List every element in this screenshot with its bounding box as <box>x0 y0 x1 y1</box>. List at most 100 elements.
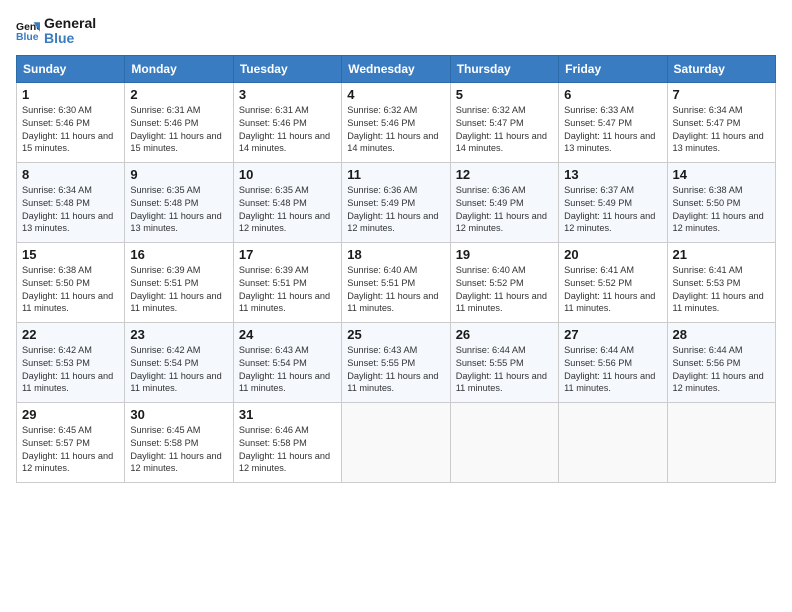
week-row-3: 15 Sunrise: 6:38 AM Sunset: 5:50 PM Dayl… <box>17 242 776 322</box>
day-info: Sunrise: 6:42 AM Sunset: 5:53 PM Dayligh… <box>22 344 119 396</box>
day-number: 14 <box>673 167 770 182</box>
day-number: 12 <box>456 167 553 182</box>
day-cell: 28 Sunrise: 6:44 AM Sunset: 5:56 PM Dayl… <box>667 322 775 402</box>
day-info: Sunrise: 6:31 AM Sunset: 5:46 PM Dayligh… <box>239 104 336 156</box>
day-cell: 21 Sunrise: 6:41 AM Sunset: 5:53 PM Dayl… <box>667 242 775 322</box>
page-header: General Blue General Blue <box>16 16 776 47</box>
day-number: 11 <box>347 167 444 182</box>
day-number: 21 <box>673 247 770 262</box>
day-cell: 31 Sunrise: 6:46 AM Sunset: 5:58 PM Dayl… <box>233 402 341 482</box>
logo-icon: General Blue <box>16 19 40 43</box>
day-cell: 11 Sunrise: 6:36 AM Sunset: 5:49 PM Dayl… <box>342 162 450 242</box>
day-number: 17 <box>239 247 336 262</box>
day-number: 18 <box>347 247 444 262</box>
day-number: 29 <box>22 407 119 422</box>
column-header-saturday: Saturday <box>667 55 775 82</box>
day-number: 16 <box>130 247 227 262</box>
day-number: 19 <box>456 247 553 262</box>
day-info: Sunrise: 6:32 AM Sunset: 5:46 PM Dayligh… <box>347 104 444 156</box>
day-number: 3 <box>239 87 336 102</box>
day-info: Sunrise: 6:44 AM Sunset: 5:56 PM Dayligh… <box>564 344 661 396</box>
day-number: 13 <box>564 167 661 182</box>
day-info: Sunrise: 6:34 AM Sunset: 5:48 PM Dayligh… <box>22 184 119 236</box>
column-header-thursday: Thursday <box>450 55 558 82</box>
day-info: Sunrise: 6:37 AM Sunset: 5:49 PM Dayligh… <box>564 184 661 236</box>
header-row: SundayMondayTuesdayWednesdayThursdayFrid… <box>17 55 776 82</box>
day-info: Sunrise: 6:35 AM Sunset: 5:48 PM Dayligh… <box>130 184 227 236</box>
day-info: Sunrise: 6:43 AM Sunset: 5:55 PM Dayligh… <box>347 344 444 396</box>
day-cell: 3 Sunrise: 6:31 AM Sunset: 5:46 PM Dayli… <box>233 82 341 162</box>
day-number: 28 <box>673 327 770 342</box>
svg-text:Blue: Blue <box>16 32 39 43</box>
calendar-table: SundayMondayTuesdayWednesdayThursdayFrid… <box>16 55 776 483</box>
day-number: 5 <box>456 87 553 102</box>
day-info: Sunrise: 6:40 AM Sunset: 5:51 PM Dayligh… <box>347 264 444 316</box>
day-cell: 8 Sunrise: 6:34 AM Sunset: 5:48 PM Dayli… <box>17 162 125 242</box>
day-number: 15 <box>22 247 119 262</box>
logo-blue: Blue <box>44 31 96 46</box>
day-number: 7 <box>673 87 770 102</box>
day-number: 9 <box>130 167 227 182</box>
day-cell: 20 Sunrise: 6:41 AM Sunset: 5:52 PM Dayl… <box>559 242 667 322</box>
day-cell: 4 Sunrise: 6:32 AM Sunset: 5:46 PM Dayli… <box>342 82 450 162</box>
day-cell: 7 Sunrise: 6:34 AM Sunset: 5:47 PM Dayli… <box>667 82 775 162</box>
day-number: 23 <box>130 327 227 342</box>
day-number: 24 <box>239 327 336 342</box>
day-info: Sunrise: 6:38 AM Sunset: 5:50 PM Dayligh… <box>22 264 119 316</box>
day-cell <box>667 402 775 482</box>
column-header-friday: Friday <box>559 55 667 82</box>
day-cell <box>559 402 667 482</box>
day-cell: 18 Sunrise: 6:40 AM Sunset: 5:51 PM Dayl… <box>342 242 450 322</box>
day-number: 30 <box>130 407 227 422</box>
day-info: Sunrise: 6:36 AM Sunset: 5:49 PM Dayligh… <box>456 184 553 236</box>
day-info: Sunrise: 6:44 AM Sunset: 5:55 PM Dayligh… <box>456 344 553 396</box>
day-info: Sunrise: 6:36 AM Sunset: 5:49 PM Dayligh… <box>347 184 444 236</box>
day-cell: 1 Sunrise: 6:30 AM Sunset: 5:46 PM Dayli… <box>17 82 125 162</box>
column-header-tuesday: Tuesday <box>233 55 341 82</box>
column-header-monday: Monday <box>125 55 233 82</box>
day-info: Sunrise: 6:43 AM Sunset: 5:54 PM Dayligh… <box>239 344 336 396</box>
day-cell: 27 Sunrise: 6:44 AM Sunset: 5:56 PM Dayl… <box>559 322 667 402</box>
day-cell: 29 Sunrise: 6:45 AM Sunset: 5:57 PM Dayl… <box>17 402 125 482</box>
day-info: Sunrise: 6:32 AM Sunset: 5:47 PM Dayligh… <box>456 104 553 156</box>
day-info: Sunrise: 6:46 AM Sunset: 5:58 PM Dayligh… <box>239 424 336 476</box>
day-info: Sunrise: 6:31 AM Sunset: 5:46 PM Dayligh… <box>130 104 227 156</box>
day-cell: 30 Sunrise: 6:45 AM Sunset: 5:58 PM Dayl… <box>125 402 233 482</box>
week-row-2: 8 Sunrise: 6:34 AM Sunset: 5:48 PM Dayli… <box>17 162 776 242</box>
day-number: 26 <box>456 327 553 342</box>
day-info: Sunrise: 6:42 AM Sunset: 5:54 PM Dayligh… <box>130 344 227 396</box>
day-cell: 14 Sunrise: 6:38 AM Sunset: 5:50 PM Dayl… <box>667 162 775 242</box>
day-cell: 5 Sunrise: 6:32 AM Sunset: 5:47 PM Dayli… <box>450 82 558 162</box>
day-number: 4 <box>347 87 444 102</box>
day-cell: 12 Sunrise: 6:36 AM Sunset: 5:49 PM Dayl… <box>450 162 558 242</box>
day-number: 1 <box>22 87 119 102</box>
logo: General Blue General Blue <box>16 16 96 47</box>
day-info: Sunrise: 6:44 AM Sunset: 5:56 PM Dayligh… <box>673 344 770 396</box>
day-info: Sunrise: 6:45 AM Sunset: 5:57 PM Dayligh… <box>22 424 119 476</box>
day-info: Sunrise: 6:40 AM Sunset: 5:52 PM Dayligh… <box>456 264 553 316</box>
day-info: Sunrise: 6:39 AM Sunset: 5:51 PM Dayligh… <box>130 264 227 316</box>
day-cell: 25 Sunrise: 6:43 AM Sunset: 5:55 PM Dayl… <box>342 322 450 402</box>
column-header-sunday: Sunday <box>17 55 125 82</box>
day-number: 20 <box>564 247 661 262</box>
day-cell: 10 Sunrise: 6:35 AM Sunset: 5:48 PM Dayl… <box>233 162 341 242</box>
day-number: 6 <box>564 87 661 102</box>
day-info: Sunrise: 6:45 AM Sunset: 5:58 PM Dayligh… <box>130 424 227 476</box>
day-cell: 2 Sunrise: 6:31 AM Sunset: 5:46 PM Dayli… <box>125 82 233 162</box>
day-info: Sunrise: 6:41 AM Sunset: 5:53 PM Dayligh… <box>673 264 770 316</box>
day-cell: 17 Sunrise: 6:39 AM Sunset: 5:51 PM Dayl… <box>233 242 341 322</box>
day-cell: 9 Sunrise: 6:35 AM Sunset: 5:48 PM Dayli… <box>125 162 233 242</box>
day-cell: 19 Sunrise: 6:40 AM Sunset: 5:52 PM Dayl… <box>450 242 558 322</box>
day-cell <box>450 402 558 482</box>
day-info: Sunrise: 6:34 AM Sunset: 5:47 PM Dayligh… <box>673 104 770 156</box>
day-cell: 6 Sunrise: 6:33 AM Sunset: 5:47 PM Dayli… <box>559 82 667 162</box>
day-cell <box>342 402 450 482</box>
day-info: Sunrise: 6:41 AM Sunset: 5:52 PM Dayligh… <box>564 264 661 316</box>
week-row-1: 1 Sunrise: 6:30 AM Sunset: 5:46 PM Dayli… <box>17 82 776 162</box>
day-cell: 13 Sunrise: 6:37 AM Sunset: 5:49 PM Dayl… <box>559 162 667 242</box>
day-cell: 15 Sunrise: 6:38 AM Sunset: 5:50 PM Dayl… <box>17 242 125 322</box>
day-cell: 23 Sunrise: 6:42 AM Sunset: 5:54 PM Dayl… <box>125 322 233 402</box>
day-number: 22 <box>22 327 119 342</box>
column-header-wednesday: Wednesday <box>342 55 450 82</box>
day-info: Sunrise: 6:33 AM Sunset: 5:47 PM Dayligh… <box>564 104 661 156</box>
